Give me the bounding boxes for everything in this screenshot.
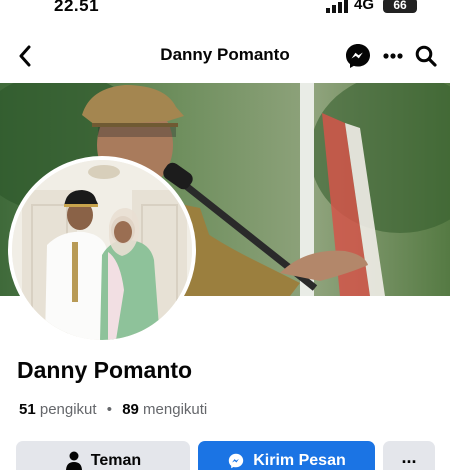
- followers-label[interactable]: pengikut: [40, 401, 97, 418]
- search-button[interactable]: [412, 41, 440, 71]
- signal-icon: [326, 0, 348, 13]
- top-nav-bar: Danny Pomanto: [0, 36, 450, 76]
- search-icon: [415, 45, 437, 67]
- more-actions-label: ...: [401, 447, 417, 467]
- messenger-icon: [227, 452, 245, 470]
- status-bar: 22.51 4G 66: [0, 0, 450, 22]
- friends-button-label: Teman: [90, 452, 142, 469]
- status-time: 22.51: [54, 0, 100, 15]
- send-message-button[interactable]: Kirim Pesan: [198, 441, 375, 470]
- profile-name: Danny Pomanto: [17, 357, 193, 383]
- send-message-label: Kirim Pesan: [253, 452, 346, 469]
- person-icon: [65, 451, 83, 470]
- more-horizontal-icon: [383, 53, 403, 59]
- messenger-icon: [346, 44, 370, 68]
- network-type: 4G: [354, 0, 375, 13]
- profile-picture[interactable]: [8, 156, 196, 344]
- followers-count[interactable]: 51: [19, 401, 36, 418]
- chevron-left-icon: [19, 45, 31, 67]
- stats-separator: •: [106, 401, 113, 418]
- follow-stats: 51 pengikut • 89 mengikuti: [19, 401, 207, 418]
- following-count[interactable]: 89: [122, 401, 139, 418]
- more-actions-button[interactable]: ...: [383, 441, 435, 470]
- messenger-button[interactable]: [343, 41, 373, 71]
- back-button[interactable]: [12, 42, 38, 70]
- friends-button[interactable]: Teman: [16, 441, 190, 470]
- more-options-button[interactable]: [380, 41, 406, 71]
- battery-icon: 66: [383, 0, 417, 13]
- following-label[interactable]: mengikuti: [143, 401, 207, 418]
- profile-photo-image: [12, 160, 192, 340]
